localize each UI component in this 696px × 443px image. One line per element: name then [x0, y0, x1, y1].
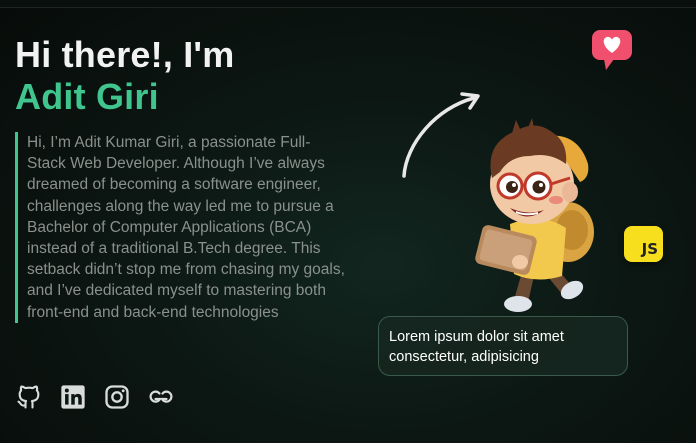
js-badge-label: JS	[641, 240, 658, 258]
geeksforgeeks-icon	[149, 390, 173, 403]
bio-paragraph: Hi, I’m Adit Kumar Giri, a passionate Fu…	[15, 132, 345, 323]
page-title: Hi there!, I'm Adit Giri	[15, 34, 355, 118]
greeting-text: Hi there!, I'm	[15, 34, 235, 75]
github-link[interactable]	[15, 383, 43, 411]
social-links	[15, 383, 175, 411]
developer-name: Adit Giri	[15, 76, 159, 117]
linkedin-link[interactable]	[59, 383, 87, 411]
top-bar	[0, 0, 696, 8]
developer-avatar-illustration	[475, 118, 594, 312]
hero-intro: Hi there!, I'm Adit Giri Hi, I’m Adit Ku…	[15, 34, 355, 323]
instagram-icon	[105, 385, 129, 409]
instagram-link[interactable]	[103, 383, 131, 411]
heart-chat-icon	[592, 30, 632, 70]
linkedin-icon	[61, 385, 85, 409]
github-icon	[17, 385, 40, 409]
javascript-badge: JS	[624, 226, 663, 262]
speech-tooltip: Lorem ipsum dolor sit amet consectetur, …	[378, 316, 628, 376]
geeksforgeeks-link[interactable]	[147, 383, 175, 411]
tooltip-text: Lorem ipsum dolor sit amet consectetur, …	[389, 329, 564, 365]
